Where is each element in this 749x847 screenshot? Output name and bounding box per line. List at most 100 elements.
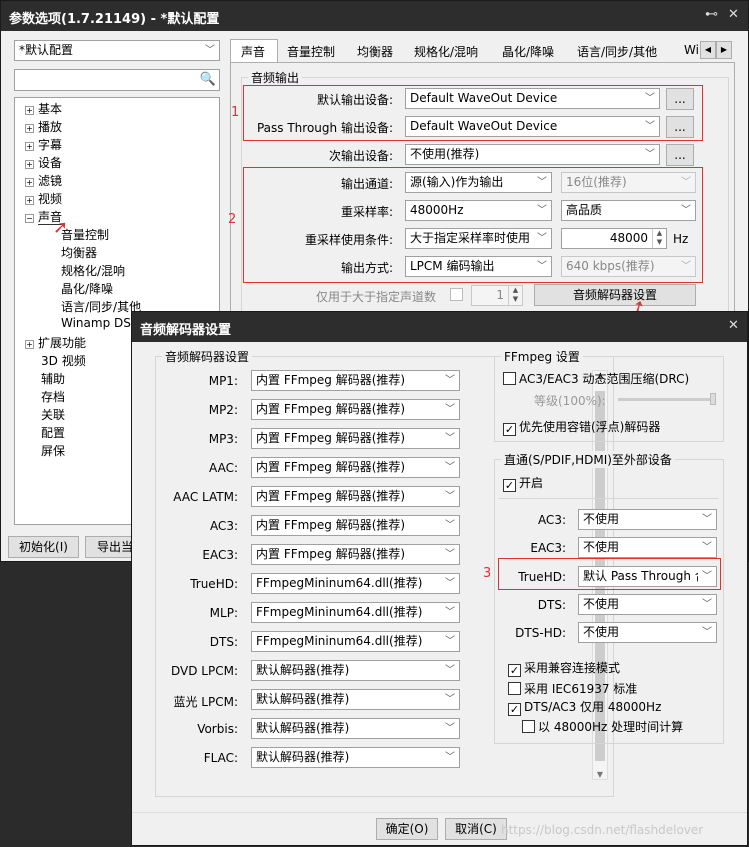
decoder-dialog-title-bar: 音频解码器设置 (132, 312, 747, 342)
channel-count-input[interactable]: 1 ▲ ▼ (471, 285, 523, 306)
tree-item-language[interactable]: 语言/同步/其他 (61, 298, 141, 315)
decoder-select[interactable]: 内置 FFmpeg 解码器(推荐) ﹀ (251, 457, 460, 478)
spinner-icon[interactable]: ▲ ▼ (508, 286, 522, 305)
decoder-select[interactable]: 内置 FFmpeg 解码器(推荐) ﹀ (251, 544, 460, 565)
passthrough-select[interactable]: 不使用 ﹀ (578, 537, 717, 558)
tree-item-filter[interactable]: + 滤镜 (25, 172, 62, 189)
close-icon[interactable]: ✕ (728, 318, 739, 333)
decoder-label: AC3: (209, 519, 238, 533)
select-value: 默认解码器(推荐) (256, 663, 350, 677)
scroll-down-icon[interactable]: ▼ (593, 770, 607, 779)
decoder-select[interactable]: 内置 FFmpeg 解码器(推荐) ﹀ (251, 399, 460, 420)
tree-item-play[interactable]: + 播放 (25, 118, 62, 135)
decoder-select[interactable]: 默认解码器(推荐) ﹀ (251, 747, 460, 768)
tab-scroll-right-button[interactable]: ▶ (716, 41, 732, 59)
checkbox-box: ✓ (508, 703, 521, 716)
time-calc-checkbox[interactable]: 以 48000Hz 处理时间计算 (522, 718, 683, 735)
tree-item-assist[interactable]: 辅助 (41, 370, 65, 387)
tree-item-normalize[interactable]: 规格化/混响 (61, 262, 125, 279)
tab-denoise[interactable]: 晶化/降噪 (502, 43, 554, 60)
drc-checkbox[interactable]: AC3/EAC3 动态范围压缩(DRC) (503, 370, 689, 387)
chevron-down-icon: ﹀ (441, 603, 459, 622)
select-value: 内置 FFmpeg 解码器(推荐) (256, 489, 406, 503)
decoder-label: TrueHD: (190, 577, 238, 591)
decoder-dialog: 音频解码器设置 ✕ 音频解码器设置 MP1: 内置 FFmpeg 解码器(推荐)… (131, 311, 748, 846)
tree-item-screensaver[interactable]: 屏保 (41, 442, 65, 459)
group-title: 音频输出 (248, 69, 303, 86)
search-input[interactable]: 🔍 (14, 69, 220, 91)
secondary-output-more-button[interactable]: ... (666, 144, 694, 166)
chevron-down-icon: ﹀ (441, 545, 459, 564)
close-icon[interactable]: ✕ (728, 7, 739, 22)
cancel-button[interactable]: 取消(C) (445, 818, 507, 840)
tree-item-extensions[interactable]: + 扩展功能 (25, 334, 86, 351)
checkbox-box (522, 720, 535, 733)
float-decoder-checkbox[interactable]: ✓ 优先使用容错(浮点)解码器 (503, 418, 660, 436)
chevron-down-icon: ﹀ (441, 690, 459, 709)
decoder-select[interactable]: 内置 FFmpeg 解码器(推荐) ﹀ (251, 428, 460, 449)
profile-select[interactable]: *默认配置 ﹀ (14, 40, 220, 61)
drc-level-slider[interactable] (618, 393, 716, 405)
initialize-button[interactable]: 初始化(I) (8, 536, 79, 558)
iec61937-checkbox[interactable]: 采用 IEC61937 标准 (508, 680, 637, 697)
decoder-select[interactable]: FFmpegMininum64.dll(推荐) ﹀ (251, 631, 460, 652)
collapse-icon: − (25, 214, 34, 223)
pin-icon[interactable]: ⊷ (705, 7, 718, 22)
tree-item-subtitle[interactable]: + 字幕 (25, 136, 62, 153)
select-value: 内置 FFmpeg 解码器(推荐) (256, 431, 406, 445)
slider-thumb[interactable] (710, 393, 716, 405)
audio-decoder-settings-button[interactable]: 音频解码器设置 (534, 284, 696, 306)
tab-winamp[interactable]: Wi (684, 43, 699, 57)
chevron-down-icon: ﹀ (441, 487, 459, 506)
chevron-down-icon: ﹀ (201, 41, 219, 60)
decoder-select[interactable]: 内置 FFmpeg 解码器(推荐) ﹀ (251, 370, 460, 391)
decoder-select[interactable]: FFmpegMininum64.dll(推荐) ﹀ (251, 573, 460, 594)
annotation-number: 2 (228, 212, 237, 227)
tree-item-archive[interactable]: 存档 (41, 388, 65, 405)
chevron-down-icon: ﹀ (441, 516, 459, 535)
tree-item-3d-video[interactable]: 3D 视频 (41, 352, 86, 369)
decoder-select[interactable]: 内置 FFmpeg 解码器(推荐) ﹀ (251, 486, 460, 507)
passthrough-select[interactable]: 不使用 ﹀ (578, 509, 717, 530)
channel-count-checkbox[interactable] (450, 288, 466, 302)
tree-item-config[interactable]: 配置 (41, 424, 65, 441)
checkbox-box: ✓ (508, 664, 521, 677)
tree-item-basic[interactable]: + 基本 (25, 100, 62, 117)
tree-item-denoise[interactable]: 晶化/降噪 (61, 280, 113, 297)
secondary-output-select[interactable]: 不使用(推荐) ﹀ (405, 144, 660, 165)
drc-level-label: 等级(100%): (534, 394, 606, 408)
decoder-label: MP3: (208, 432, 238, 446)
tree-item-volume[interactable]: 音量控制 (61, 226, 109, 243)
tab-equalizer[interactable]: 均衡器 (357, 43, 393, 60)
tab-language[interactable]: 语言/同步/其他 (577, 43, 657, 60)
chevron-down-icon: ﹀ (441, 400, 459, 419)
passthrough-select[interactable]: 不使用 ﹀ (578, 594, 717, 615)
decoder-select[interactable]: 默认解码器(推荐) ﹀ (251, 660, 460, 681)
select-value: 不使用(推荐) (410, 147, 480, 161)
tree-item-device[interactable]: + 设备 (25, 154, 62, 171)
passthrough-label: EAC3: (530, 541, 566, 555)
annotation-number: 1 (231, 105, 240, 120)
decoder-select[interactable]: 内置 FFmpeg 解码器(推荐) ﹀ (251, 515, 460, 536)
ok-button[interactable]: 确定(O) (376, 818, 438, 840)
passthrough-enable-checkbox[interactable]: ✓ 开启 (503, 474, 543, 492)
tree-item-video[interactable]: + 视频 (25, 190, 62, 207)
chevron-down-icon: ﹀ (441, 458, 459, 477)
tree-label: 视频 (38, 192, 63, 206)
compat-mode-checkbox[interactable]: ✓ 采用兼容连接模式 (508, 659, 620, 677)
passthrough-label: DTS: (537, 598, 566, 612)
tab-volume[interactable]: 音量控制 (287, 43, 335, 60)
tree-item-equalizer[interactable]: 均衡器 (61, 244, 97, 261)
group-title: 直通(S/PDIF,HDMI)至外部设备 (501, 451, 675, 468)
tree-item-winamp[interactable]: Winamp DSP (61, 316, 138, 330)
decoder-select[interactable]: 默认解码器(推荐) ﹀ (251, 718, 460, 739)
decoder-select[interactable]: FFmpegMininum64.dll(推荐) ﹀ (251, 602, 460, 623)
tab-scroll-left-button[interactable]: ◀ (700, 41, 716, 59)
expand-icon: + (25, 160, 34, 169)
tree-label: 滤镜 (38, 174, 63, 188)
tab-normalize[interactable]: 规格化/混响 (414, 43, 478, 60)
dts-48k-checkbox[interactable]: ✓ DTS/AC3 仅用 48000Hz (508, 698, 661, 716)
tree-item-association[interactable]: 关联 (41, 406, 65, 423)
passthrough-select[interactable]: 不使用 ﹀ (578, 622, 717, 643)
decoder-select[interactable]: 默认解码器(推荐) ﹀ (251, 689, 460, 710)
